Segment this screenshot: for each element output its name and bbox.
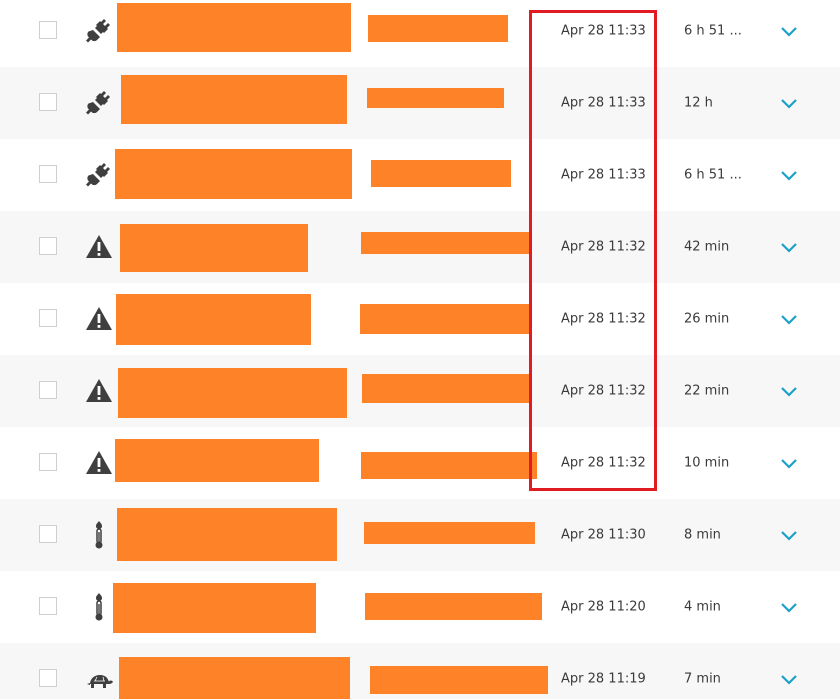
duration: 6 h 51 ... [684,23,742,39]
table-row[interactable]: Apr 28 11:32 22 min [0,355,840,427]
table-row[interactable]: Apr 28 11:20 4 min [0,571,840,643]
redacted-entity [365,593,542,620]
start-time: Apr 28 11:19 [561,671,646,687]
redacted-name [118,368,347,418]
row-checkbox[interactable] [39,525,57,543]
row-checkbox[interactable] [39,453,57,471]
plug-icon [84,16,114,46]
row-checkbox[interactable] [39,237,57,255]
duration: 4 min [684,599,721,615]
redacted-name [113,583,316,633]
redacted-name [120,224,308,272]
redacted-name [121,75,347,124]
duration: 8 min [684,527,721,543]
row-checkbox[interactable] [39,21,57,39]
redacted-name [115,439,319,482]
row-checkbox[interactable] [39,381,57,399]
start-time: Apr 28 11:33 [561,95,646,111]
redacted-name [117,3,351,52]
warning-icon [84,376,114,406]
redacted-name [116,294,311,345]
redacted-name [119,657,350,699]
start-time: Apr 28 11:33 [561,167,646,183]
alert-list: Apr 28 11:33 6 h 51 ... Apr 28 11:33 12 h Ap… [0,0,840,699]
duration: 6 h 51 ... [684,167,742,183]
redacted-entity [371,160,511,187]
duration: 7 min [684,671,721,687]
row-checkbox[interactable] [39,309,57,327]
table-row[interactable]: Apr 28 11:32 26 min [0,283,840,355]
redacted-name [117,508,337,561]
redacted-entity [361,452,537,479]
start-time: Apr 28 11:32 [561,239,646,255]
redacted-entity [362,374,529,403]
start-time: Apr 28 11:30 [561,527,646,543]
start-time: Apr 28 11:33 [561,23,646,39]
turtle-icon [84,664,114,694]
thermometer-icon [84,520,114,550]
table-row[interactable]: Apr 28 11:30 8 min [0,499,840,571]
chevron-down-icon[interactable] [780,96,798,110]
start-time: Apr 28 11:32 [561,383,646,399]
warning-icon [84,448,114,478]
redacted-entity [368,15,508,42]
duration: 12 h [684,95,713,111]
warning-icon [84,232,114,262]
thermometer-icon [84,592,114,622]
row-checkbox[interactable] [39,669,57,687]
chevron-down-icon[interactable] [780,600,798,614]
redacted-entity [360,304,530,334]
warning-icon [84,304,114,334]
redacted-entity [367,88,504,108]
start-time: Apr 28 11:20 [561,599,646,615]
redacted-entity [361,232,531,254]
table-row[interactable]: Apr 28 11:33 6 h 51 ... [0,0,840,67]
chevron-down-icon[interactable] [780,384,798,398]
start-time: Apr 28 11:32 [561,311,646,327]
redacted-entity [364,522,535,544]
chevron-down-icon[interactable] [780,168,798,182]
plug-icon [84,88,114,118]
table-row[interactable]: Apr 28 11:32 42 min [0,211,840,283]
chevron-down-icon[interactable] [780,24,798,38]
chevron-down-icon[interactable] [780,240,798,254]
table-row[interactable]: Apr 28 11:32 10 min [0,427,840,499]
table-row[interactable]: Apr 28 11:33 6 h 51 ... [0,139,840,211]
table-row[interactable]: Apr 28 11:33 12 h [0,67,840,139]
redacted-entity [370,666,548,694]
duration: 42 min [684,239,730,255]
duration: 26 min [684,311,730,327]
plug-icon [84,160,114,190]
duration: 22 min [684,383,730,399]
redacted-name [115,149,352,199]
duration: 10 min [684,455,730,471]
chevron-down-icon[interactable] [780,528,798,542]
chevron-down-icon[interactable] [780,672,798,686]
chevron-down-icon[interactable] [780,312,798,326]
chevron-down-icon[interactable] [780,456,798,470]
row-checkbox[interactable] [39,597,57,615]
table-row[interactable]: Apr 28 11:19 7 min [0,643,840,699]
row-checkbox[interactable] [39,93,57,111]
row-checkbox[interactable] [39,165,57,183]
start-time: Apr 28 11:32 [561,455,646,471]
